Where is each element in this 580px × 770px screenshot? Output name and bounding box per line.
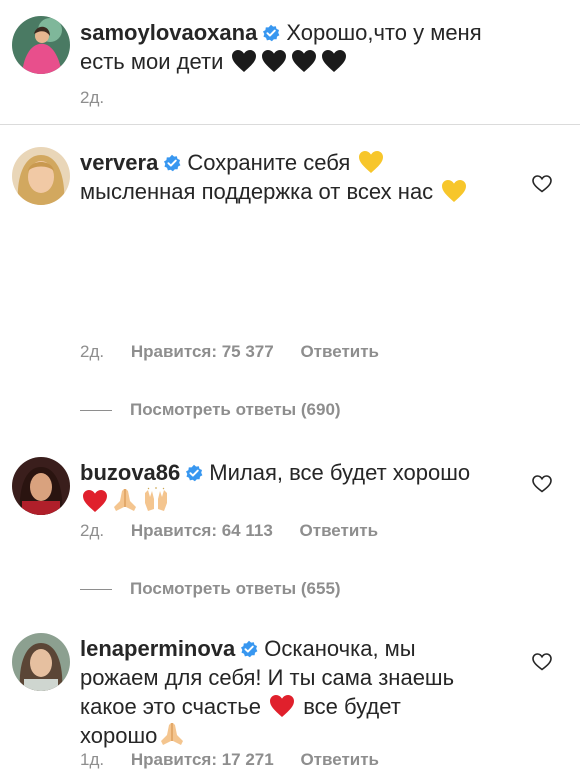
comment-text: buzova86 Милая, все будет хорошо: [80, 458, 520, 516]
avatar-samoylovaoxana[interactable]: [12, 16, 70, 74]
replies-divider: [80, 409, 112, 411]
like-heart-icon[interactable]: [532, 653, 552, 671]
comment-body-line: Милая, все будет хорошо: [209, 460, 471, 485]
username[interactable]: ververa: [80, 150, 158, 175]
reply-button[interactable]: Ответить: [300, 750, 379, 769]
verified-badge-icon: [185, 464, 203, 482]
timestamp: 2д.: [80, 88, 105, 107]
username[interactable]: lenaperminova: [80, 636, 235, 661]
likes-count[interactable]: Нравится: 75 377: [131, 342, 274, 361]
black-heart-icon: [261, 49, 287, 73]
reply-button[interactable]: Ответить: [300, 342, 379, 361]
username[interactable]: samoylovaoxana: [80, 20, 257, 45]
caption-text: samoylovaoxana Хорошо,что у меня есть мои…: [80, 18, 520, 76]
comment-text: lenaperminova Осканочка, мы рожаем для се…: [80, 634, 520, 750]
comments-page: samoylovaoxana Хорошо,что у меня есть мои…: [0, 0, 580, 769]
comment-body-line: все будет: [303, 694, 401, 719]
comment-meta: 1д. Нравится: 17 271 Ответить: [80, 750, 401, 770]
avatar-lenaperminova[interactable]: [12, 633, 70, 691]
like-heart-icon[interactable]: [532, 475, 552, 493]
view-replies-label: Посмотреть ответы (655): [130, 579, 341, 598]
red-heart-icon: [269, 694, 295, 718]
folded-hands-icon: [112, 487, 138, 513]
raised-hands-icon: [142, 487, 170, 513]
verified-badge-icon: [240, 640, 258, 658]
verified-badge-icon: [163, 154, 181, 172]
comment-meta: 2д. Нравится: 75 377 Ответить: [80, 342, 401, 362]
view-replies-button[interactable]: Посмотреть ответы (655): [80, 579, 341, 599]
comment-body-line: Осканочка, мы: [264, 636, 416, 661]
black-heart-icon: [321, 49, 347, 73]
likes-count[interactable]: Нравится: 17 271: [131, 750, 274, 769]
likes-count[interactable]: Нравится: 64 113: [131, 521, 273, 540]
timestamp: 1д.: [80, 750, 105, 769]
comment-body-line: рожаем для себя! И ты сама знаешь: [80, 665, 455, 690]
yellow-heart-icon: [358, 150, 384, 174]
black-heart-icon: [291, 49, 317, 73]
black-heart-icon: [231, 49, 257, 73]
comment-body-line: мысленная поддержка от всех нас: [80, 179, 434, 204]
avatar-ververa[interactable]: [12, 147, 70, 205]
folded-hands-icon: [159, 721, 185, 747]
caption-meta: 2д.: [80, 88, 126, 108]
timestamp: 2д.: [80, 521, 105, 540]
comment-meta: 2д. Нравится: 64 113 Ответить: [80, 521, 400, 541]
view-replies-button[interactable]: Посмотреть ответы (690): [80, 400, 341, 420]
comment-body-line: какое это счастье: [80, 694, 261, 719]
comment-text: ververa Сохраните себя мысленная поддержк…: [80, 148, 520, 206]
avatar-buzova86[interactable]: [12, 457, 70, 515]
view-replies-label: Посмотреть ответы (690): [130, 400, 341, 419]
yellow-heart-icon: [441, 179, 467, 203]
like-heart-icon[interactable]: [532, 175, 552, 193]
red-heart-icon: [82, 489, 108, 513]
username[interactable]: buzova86: [80, 460, 180, 485]
timestamp: 2д.: [80, 342, 105, 361]
verified-badge-icon: [262, 24, 280, 42]
comment-body-line: хорошо: [80, 723, 158, 748]
post-caption: samoylovaoxana Хорошо,что у меня есть мои…: [0, 0, 580, 125]
reply-button[interactable]: Ответить: [300, 521, 379, 540]
replies-divider: [80, 588, 112, 590]
comment-body-line: Сохраните себя: [187, 150, 351, 175]
